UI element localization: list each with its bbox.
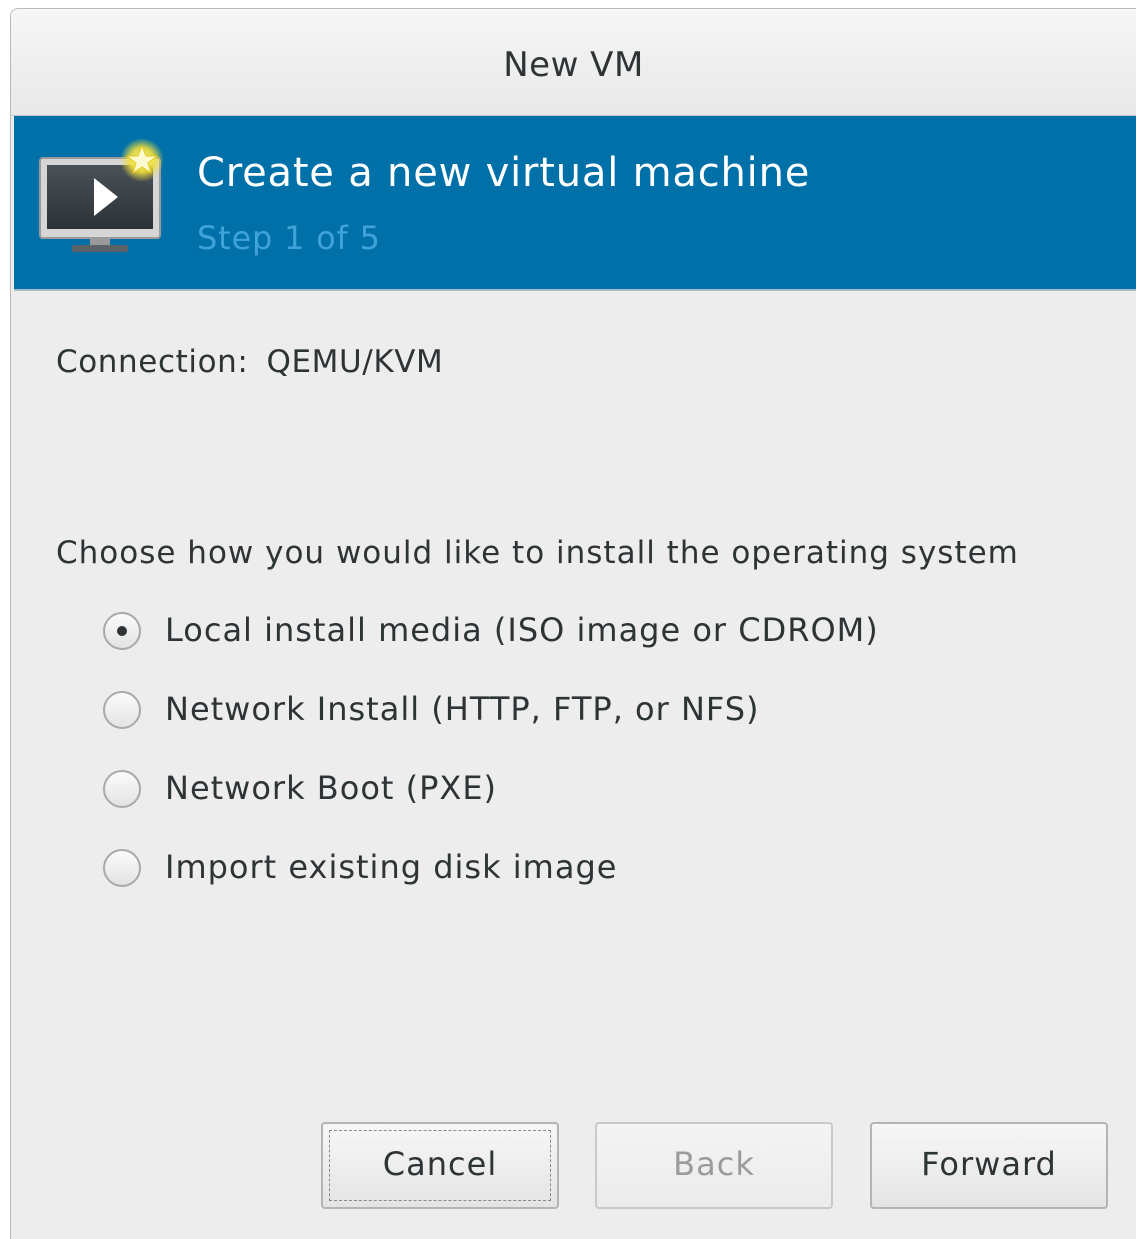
wizard-title: Create a new virtual machine <box>197 150 811 196</box>
back-button[interactable]: Back <box>595 1122 833 1209</box>
radio-label[interactable]: Network Install (HTTP, FTP, or NFS) <box>165 690 760 728</box>
radio-network-boot[interactable]: Network Boot (PXE) <box>103 765 1003 813</box>
radio-local-install-media[interactable]: Local install media (ISO image or CDROM) <box>103 607 1003 655</box>
wizard-header-banner: Create a new virtual machine Step 1 of 5 <box>14 116 1136 291</box>
wizard-step-indicator: Step 1 of 5 <box>197 219 381 257</box>
forward-button[interactable]: Forward <box>870 1122 1108 1209</box>
radio-button[interactable] <box>103 691 141 729</box>
connection-row: Connection: QEMU/KVM <box>56 344 443 380</box>
radio-label[interactable]: Import existing disk image <box>165 848 617 886</box>
install-method-prompt: Choose how you would like to install the… <box>56 535 1019 571</box>
radio-button-selected[interactable] <box>103 612 141 650</box>
radio-label[interactable]: Local install media (ISO image or CDROM) <box>165 611 879 649</box>
connection-value: QEMU/KVM <box>266 344 444 380</box>
window-title: New VM <box>503 45 644 85</box>
vm-monitor-icon <box>38 138 168 258</box>
radio-button[interactable] <box>103 849 141 887</box>
radio-label[interactable]: Network Boot (PXE) <box>165 769 497 807</box>
connection-label: Connection: <box>56 344 249 380</box>
radio-network-install[interactable]: Network Install (HTTP, FTP, or NFS) <box>103 686 1003 734</box>
title-bar: New VM <box>11 9 1136 116</box>
radio-button[interactable] <box>103 770 141 808</box>
new-vm-dialog: New VM Create a new virtual machine Step… <box>10 8 1136 1239</box>
cancel-button[interactable]: Cancel <box>321 1122 559 1209</box>
radio-import-disk-image[interactable]: Import existing disk image <box>103 844 1003 892</box>
